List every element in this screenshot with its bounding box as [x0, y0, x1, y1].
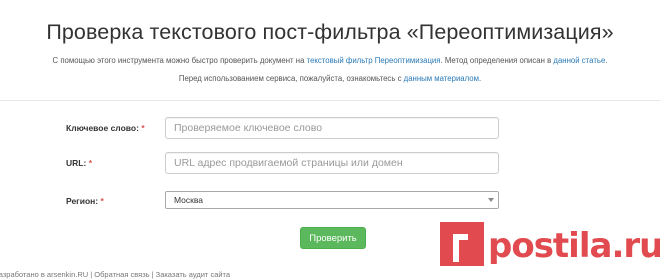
- filter-link[interactable]: текстовый фильтр Переоптимизация: [307, 56, 441, 65]
- article-link[interactable]: данной статье: [553, 56, 605, 65]
- watermark: postila.ru: [440, 222, 660, 266]
- check-button[interactable]: Проверить: [300, 227, 366, 249]
- keyword-label: Ключевое слово: *: [66, 123, 145, 133]
- description-text: С помощью этого инструмента можно быстро…: [52, 56, 307, 65]
- description-line-2: Перед использованием сервиса, пожалуйста…: [0, 74, 660, 83]
- page-title: Проверка текстового пост-фильтра «Переоп…: [46, 20, 614, 44]
- footer-links[interactable]: Разработано в arsenkin.RU | Обратная свя…: [0, 270, 230, 279]
- watermark-text: postila.ru: [488, 226, 660, 266]
- region-select[interactable]: Москва: [165, 191, 499, 209]
- keyword-label-text: Ключевое слово:: [66, 123, 139, 133]
- chevron-down-icon: [488, 198, 494, 202]
- required-mark: *: [100, 196, 104, 206]
- description-text: .: [605, 56, 608, 65]
- description-text: Перед использованием сервиса, пожалуйста…: [178, 74, 404, 83]
- postila-logo-icon: [440, 222, 484, 266]
- url-input[interactable]: URL адрес продвигаемой страницы или доме…: [165, 152, 499, 174]
- region-label: Регион: *: [66, 196, 104, 206]
- url-label-text: URL:: [66, 158, 87, 168]
- keyword-placeholder: Проверяемое ключевое слово: [174, 122, 323, 134]
- description-text: .: [478, 74, 482, 83]
- region-value: Москва: [174, 195, 204, 205]
- material-link[interactable]: данным материалом: [404, 74, 479, 83]
- url-placeholder: URL адрес продвигаемой страницы или доме…: [174, 157, 403, 169]
- url-label: URL: *: [66, 158, 92, 168]
- required-mark: *: [141, 123, 145, 133]
- divider: [0, 100, 660, 101]
- required-mark: *: [88, 158, 92, 168]
- keyword-input[interactable]: Проверяемое ключевое слово: [165, 117, 499, 139]
- description-line-1: С помощью этого инструмента можно быстро…: [0, 56, 660, 65]
- region-label-text: Регион:: [66, 196, 99, 206]
- description-text: . Метод определения описан в: [440, 56, 554, 65]
